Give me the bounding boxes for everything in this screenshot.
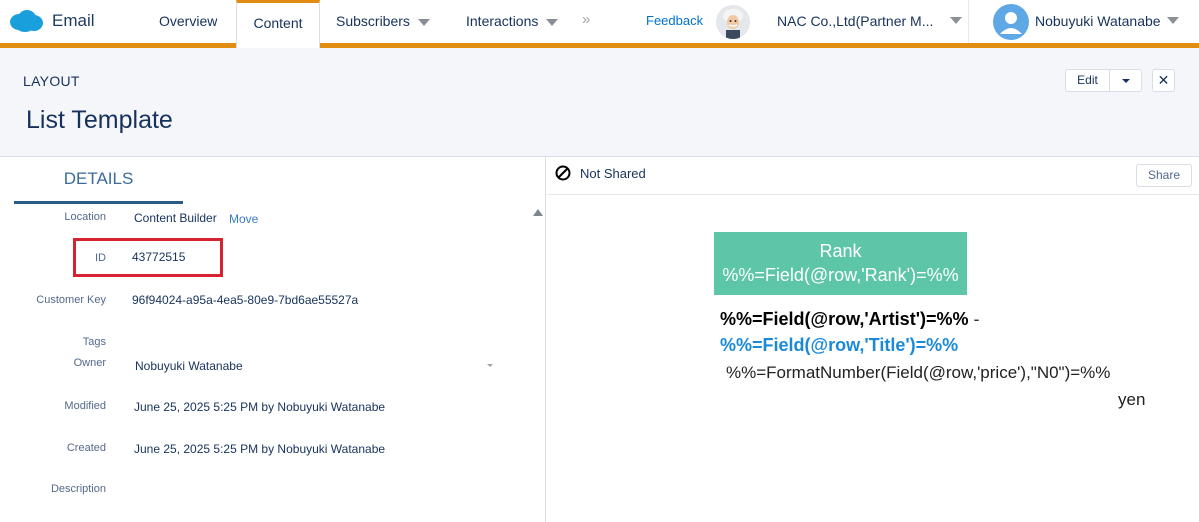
tab-details[interactable]: DETAILS bbox=[14, 157, 183, 204]
top-navigation: Email Overview Content Subscribers Inter… bbox=[0, 0, 1199, 48]
title-field[interactable]: %%=Field(@row,'Title')=%% bbox=[720, 335, 958, 356]
modified-label: Modified bbox=[64, 400, 106, 412]
location-value: Content Builder bbox=[134, 211, 217, 225]
created-label: Created bbox=[66, 442, 106, 454]
tab-content[interactable]: Content bbox=[236, 0, 320, 48]
rank-field: %%=Field(@row,'Rank')=%% bbox=[722, 265, 959, 285]
edit-button[interactable]: Edit bbox=[1065, 69, 1110, 92]
salesforce-logo-icon[interactable] bbox=[8, 9, 44, 33]
yen-label: yen bbox=[1118, 390, 1146, 409]
app-name[interactable]: Email bbox=[52, 11, 95, 31]
tags-label: Tags bbox=[82, 336, 106, 348]
feedback-link[interactable]: Feedback bbox=[646, 13, 703, 28]
nav-divider bbox=[968, 0, 969, 43]
scroll-up-icon[interactable] bbox=[533, 209, 543, 216]
tab-overview[interactable]: Overview bbox=[159, 0, 217, 43]
page-header: LAYOUT List Template Edit ✕ bbox=[0, 48, 1199, 157]
id-value: 43772515 bbox=[132, 250, 186, 264]
tab-overview-label: Overview bbox=[159, 13, 218, 29]
artist-field: %%=Field(@row,'Artist')=%% bbox=[720, 309, 969, 329]
artist-separator: - bbox=[968, 309, 980, 329]
details-panel: DETAILS Location Content Builder Move ID… bbox=[0, 157, 546, 522]
share-status: Not Shared bbox=[580, 166, 646, 181]
chevron-down-icon[interactable] bbox=[1167, 17, 1179, 24]
customer-key-value: 96f94024-a95a-4ea5-80e9-7bd6ae55527a bbox=[132, 293, 359, 307]
created-value: June 25, 2025 5:25 PM by Nobuyuki Watana… bbox=[134, 442, 386, 456]
artist-line[interactable]: %%=Field(@row,'Artist')=%% - bbox=[720, 309, 979, 330]
location-label: Location bbox=[64, 211, 106, 223]
einstein-icon bbox=[716, 5, 750, 39]
tab-subscribers[interactable]: Subscribers bbox=[336, 0, 430, 43]
preview-panel: Not Shared Share Rank %%=Field(@row,'Ran… bbox=[547, 157, 1199, 522]
edit-dropdown-button[interactable] bbox=[1109, 69, 1142, 92]
not-shared-icon bbox=[555, 165, 571, 181]
tab-content-label: Content bbox=[253, 15, 303, 31]
tab-interactions-label: Interactions bbox=[466, 13, 539, 29]
chevron-down-icon bbox=[417, 18, 430, 26]
org-switcher[interactable]: NAC Co.,Ltd(Partner M... bbox=[777, 13, 933, 29]
description-label: Description bbox=[50, 483, 106, 495]
chevron-down-icon[interactable] bbox=[950, 17, 962, 24]
user-menu[interactable]: Nobuyuki Watanabe bbox=[1035, 13, 1161, 29]
rank-block[interactable]: Rank %%=Field(@row,'Rank')=%% bbox=[714, 232, 967, 295]
user-icon bbox=[1000, 12, 1022, 34]
owner-select[interactable]: Nobuyuki Watanabe bbox=[135, 359, 243, 373]
owner-label: Owner bbox=[73, 357, 106, 369]
chevron-down-icon bbox=[546, 18, 559, 26]
price-field[interactable]: %%=FormatNumber(Field(@row,'price'),"N0"… bbox=[726, 363, 1110, 383]
avatar[interactable] bbox=[993, 4, 1029, 40]
tab-subscribers-label: Subscribers bbox=[336, 13, 410, 29]
tab-interactions[interactable]: Interactions bbox=[466, 0, 559, 43]
share-button[interactable]: Share bbox=[1136, 164, 1192, 187]
modified-value: June 25, 2025 5:25 PM by Nobuyuki Watana… bbox=[134, 400, 386, 414]
einstein-avatar[interactable] bbox=[716, 5, 750, 39]
more-tabs-icon[interactable]: » bbox=[582, 11, 590, 28]
page-eyebrow: LAYOUT bbox=[23, 73, 80, 89]
share-bar: Not Shared Share bbox=[547, 157, 1199, 195]
rank-heading: Rank bbox=[819, 241, 862, 261]
id-label: ID bbox=[95, 252, 106, 264]
page-title: List Template bbox=[26, 106, 173, 134]
move-link[interactable]: Move bbox=[229, 212, 258, 226]
customer-key-label: Customer Key bbox=[36, 294, 106, 306]
close-button[interactable]: ✕ bbox=[1152, 69, 1175, 92]
chevron-down-icon[interactable] bbox=[487, 364, 493, 367]
